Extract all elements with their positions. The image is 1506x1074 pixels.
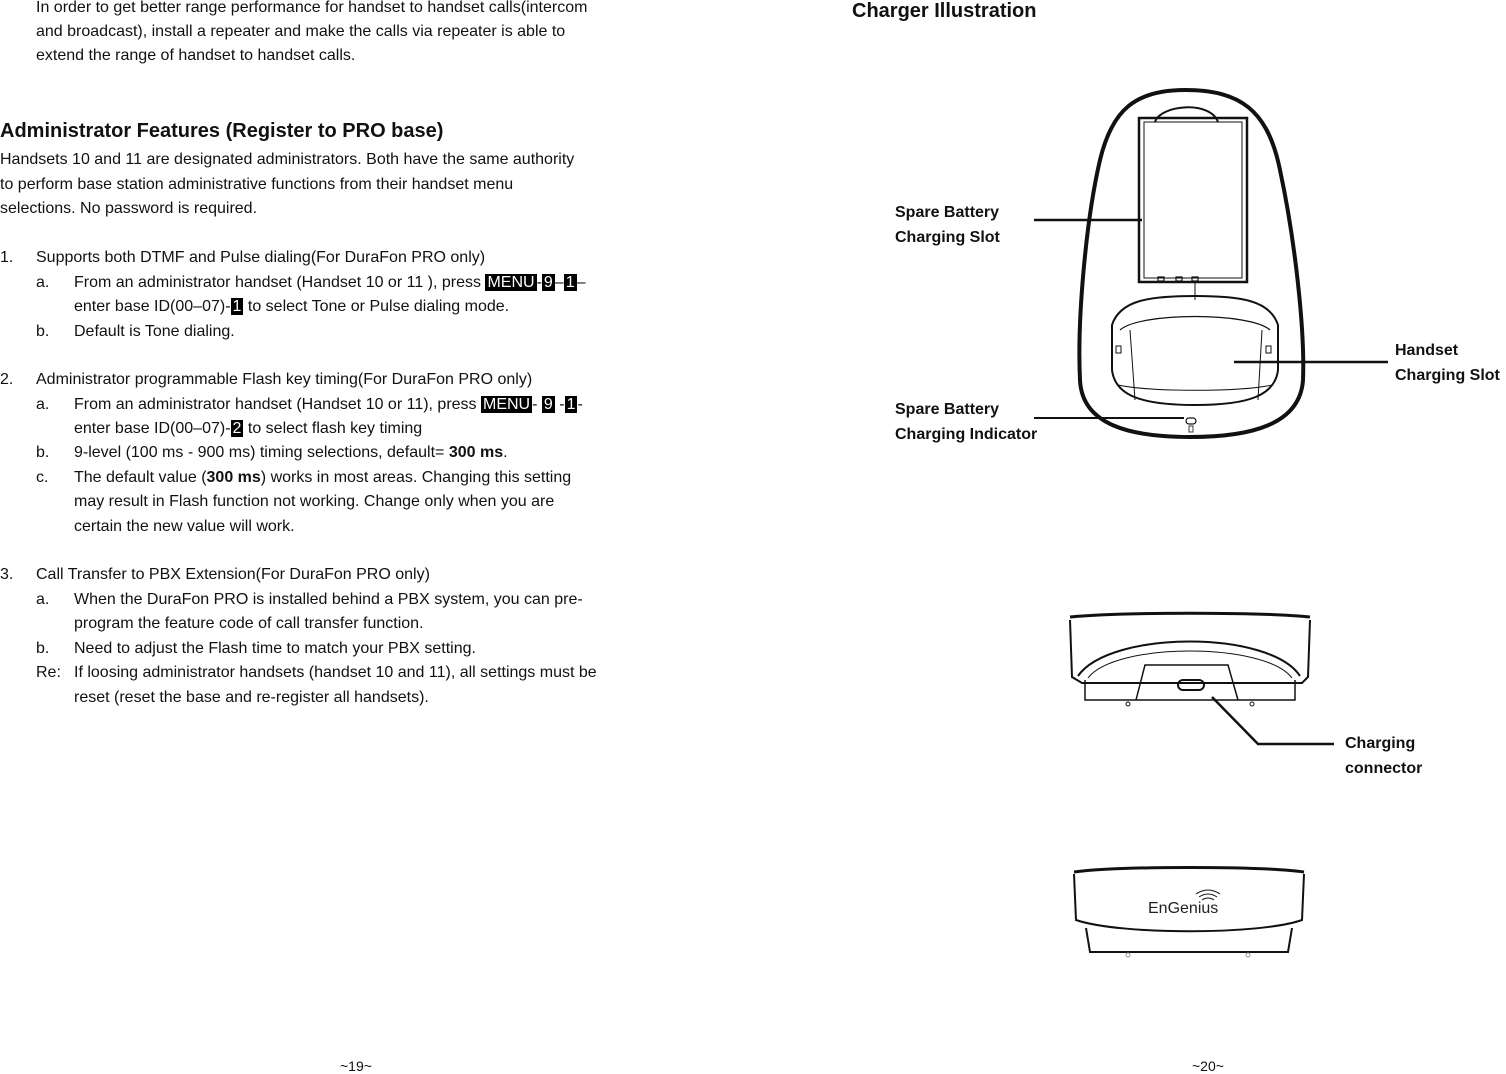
label-line: Spare Battery (895, 204, 1000, 221)
label-handset-slot: Handset Charging Slot (1395, 338, 1500, 388)
label-line: connector (1345, 760, 1423, 777)
spare-battery-slot (1137, 116, 1249, 284)
charging-indicator-led (1185, 417, 1197, 425)
label-spare-battery-indicator: Spare Battery Charging Indicator (895, 397, 1037, 447)
page-number: ~20~ (1192, 1058, 1224, 1074)
label-spare-battery-slot: Spare Battery Charging Slot (895, 200, 1000, 250)
label-line: Charging Indicator (895, 426, 1038, 443)
label-line: Charging Slot (1395, 367, 1500, 384)
handset-slot (1111, 294, 1279, 407)
charging-connector-port (1177, 679, 1205, 691)
label-charging-connector: Charging connector (1345, 731, 1422, 781)
brand-logo: EnGenius (1148, 900, 1219, 917)
charger-outline (1077, 87, 1306, 440)
label-line: Charging Slot (895, 229, 1000, 246)
label-line: Handset (1395, 342, 1459, 359)
label-line: Charging (1345, 735, 1416, 752)
charger-illustration (1034, 87, 1388, 958)
charger-top-view (1034, 87, 1388, 440)
wifi-icon (1195, 889, 1221, 901)
charger-rear-view (1069, 611, 1334, 746)
leader-connector (1211, 696, 1334, 746)
battery-top-tab (1154, 106, 1219, 123)
label-line: Spare Battery (895, 401, 1000, 418)
